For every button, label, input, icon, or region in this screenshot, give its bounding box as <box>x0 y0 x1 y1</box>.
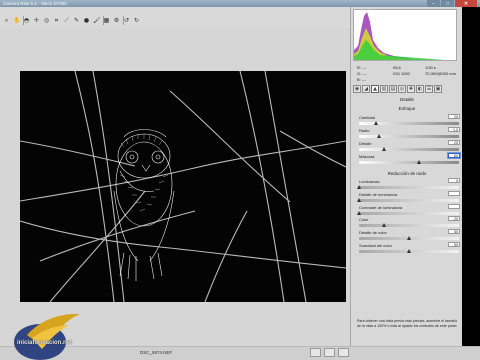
slider-value-field[interactable]: 25 <box>448 114 460 119</box>
tab-lens[interactable]: ◎ <box>398 85 406 93</box>
tab-camera[interactable]: ◐ <box>416 85 424 93</box>
right-panel: R: --- G: --- B: --- f/5,6 1/30 s ISO 10… <box>350 7 480 346</box>
histogram <box>353 9 457 61</box>
tab-basic[interactable]: ◉ <box>353 85 361 93</box>
preferences-icon[interactable]: ⚙ <box>113 17 120 24</box>
histogram-plot <box>354 10 456 60</box>
logo-icon <box>14 313 80 360</box>
slider-label: Cantidad <box>359 115 376 120</box>
slider-label: Suavidad del color <box>359 243 392 248</box>
rotate-left-icon[interactable]: ↺ <box>123 17 130 24</box>
slider-label: Color <box>359 217 369 223</box>
logo-text: iniciaformacion.net <box>17 340 73 346</box>
toolbar-separator <box>123 16 124 25</box>
slider-label: Máscara <box>359 154 375 159</box>
rgb-readout-b: B: --- <box>357 77 366 82</box>
slider-thumb[interactable] <box>357 197 361 202</box>
slider-track[interactable] <box>359 236 459 241</box>
done-button[interactable] <box>324 348 335 357</box>
rotate-right-icon[interactable]: ↻ <box>133 17 140 24</box>
tab-split-toning[interactable]: ▤ <box>389 85 397 93</box>
slider-track[interactable] <box>359 147 459 151</box>
slider-label: Detalle de luminancia <box>359 191 398 197</box>
hand-icon[interactable]: ✋ <box>13 17 20 24</box>
slider-thumb[interactable] <box>417 160 421 164</box>
preview-image[interactable] <box>20 71 346 302</box>
slider-track[interactable] <box>359 160 459 164</box>
slider-track[interactable] <box>359 121 459 125</box>
straighten-icon[interactable]: ⟋ <box>63 17 70 24</box>
slider-label: Luminancia <box>359 179 380 184</box>
slider-thumb[interactable] <box>382 147 386 151</box>
cancel-button[interactable] <box>338 348 349 357</box>
targeted-adjustment-icon[interactable]: ◎ <box>43 17 50 24</box>
color-sampler-icon[interactable]: ✛ <box>33 17 40 24</box>
title-bar: Camera Raw 5.2 - Nikon D7000 <box>0 0 480 7</box>
minimize-icon[interactable]: – <box>427 0 440 7</box>
red-eye-icon[interactable]: ● <box>83 17 90 24</box>
slider-thumb[interactable] <box>374 121 378 125</box>
slider-thumb[interactable] <box>382 223 386 228</box>
slider-thumb[interactable] <box>357 210 361 215</box>
slider-value-field[interactable]: 25 <box>448 140 460 145</box>
help-text: Para obtener una vista previa más precis… <box>357 319 458 328</box>
window-title: Camera Raw 5.2 - Nikon D7000 <box>3 1 67 6</box>
toolbar-separator <box>23 16 24 25</box>
tab-effects[interactable]: ✚ <box>407 85 415 93</box>
slider-label: Detalle de color <box>359 230 387 236</box>
slider-value-field[interactable]: 50 <box>448 229 460 235</box>
slider-track[interactable] <box>359 249 459 253</box>
iso-readout: ISO 1000 <box>393 71 410 76</box>
camera-raw-window: Camera Raw 5.2 - Nikon D7000 – □ ✕ ⌕ ✋ ◓ ✛ ◎… <box>0 0 480 360</box>
owl-edge-mask-image <box>20 71 346 302</box>
noise-title: Reducción de ruido <box>387 171 427 176</box>
graduated-filter-icon[interactable]: ▦ <box>103 17 110 24</box>
right-black-margin <box>462 7 480 360</box>
aperture-readout: f/5,6 <box>393 65 401 70</box>
filename: DSC_5974.NEF <box>140 350 173 355</box>
slider-thumb[interactable] <box>407 236 411 241</box>
slider-track[interactable] <box>357 197 459 202</box>
slider-thumb[interactable] <box>407 249 411 253</box>
shutter-readout: 1/30 s <box>425 65 436 70</box>
slider-value-field[interactable]: 60 <box>448 153 460 158</box>
tab-curve[interactable]: ◢ <box>362 85 370 93</box>
crop-icon[interactable]: ⌗ <box>53 17 60 24</box>
white-balance-icon[interactable]: ◓ <box>23 17 30 24</box>
slider-label: Detalle <box>359 141 372 146</box>
slider-value-field[interactable] <box>448 190 460 196</box>
rgb-readout-r: R: --- <box>357 65 367 70</box>
rgb-readout-g: G: --- <box>357 71 367 76</box>
sharpening-title: Enfoque <box>398 106 416 111</box>
slider-label: Contraste de luminancia <box>359 204 403 210</box>
slider-label: Radio <box>359 128 370 133</box>
tab-presets[interactable]: ☰ <box>425 85 433 93</box>
slider-track[interactable] <box>359 134 459 138</box>
slider-value-field[interactable]: 50 <box>448 242 460 247</box>
tab-hsl[interactable]: ▥ <box>380 85 388 93</box>
slider-value-field[interactable]: 25 <box>448 216 460 222</box>
panel-tabs: ◉ ◢ ▲ ▥ ▤ ◎ ✚ ◐ ☰ ▣ <box>353 85 461 94</box>
maximize-icon[interactable]: □ <box>441 0 454 7</box>
open-button[interactable] <box>310 348 321 357</box>
tab-snapshots[interactable]: ▣ <box>434 85 442 93</box>
slider-track[interactable] <box>359 223 459 228</box>
slider-track[interactable] <box>357 210 459 215</box>
slider-value-field[interactable] <box>448 203 460 209</box>
spot-removal-icon[interactable]: ✎ <box>73 17 80 24</box>
slider-value-field[interactable]: 1,0 <box>448 127 460 132</box>
panel-title: Detalle <box>399 97 414 102</box>
slider-thumb[interactable] <box>357 185 361 189</box>
slider-track[interactable] <box>357 185 459 189</box>
tab-detail[interactable]: ▲ <box>371 85 379 93</box>
toolbar-separator <box>103 16 104 25</box>
slider-value-field[interactable]: 0 <box>448 178 460 183</box>
lens-readout: 70-300@300 mm <box>425 71 456 76</box>
close-icon[interactable]: ✕ <box>455 0 477 7</box>
slider-thumb[interactable] <box>377 134 381 138</box>
zoom-icon[interactable]: ⌕ <box>3 17 10 24</box>
adjustment-brush-icon[interactable]: 🖌 <box>93 17 101 24</box>
